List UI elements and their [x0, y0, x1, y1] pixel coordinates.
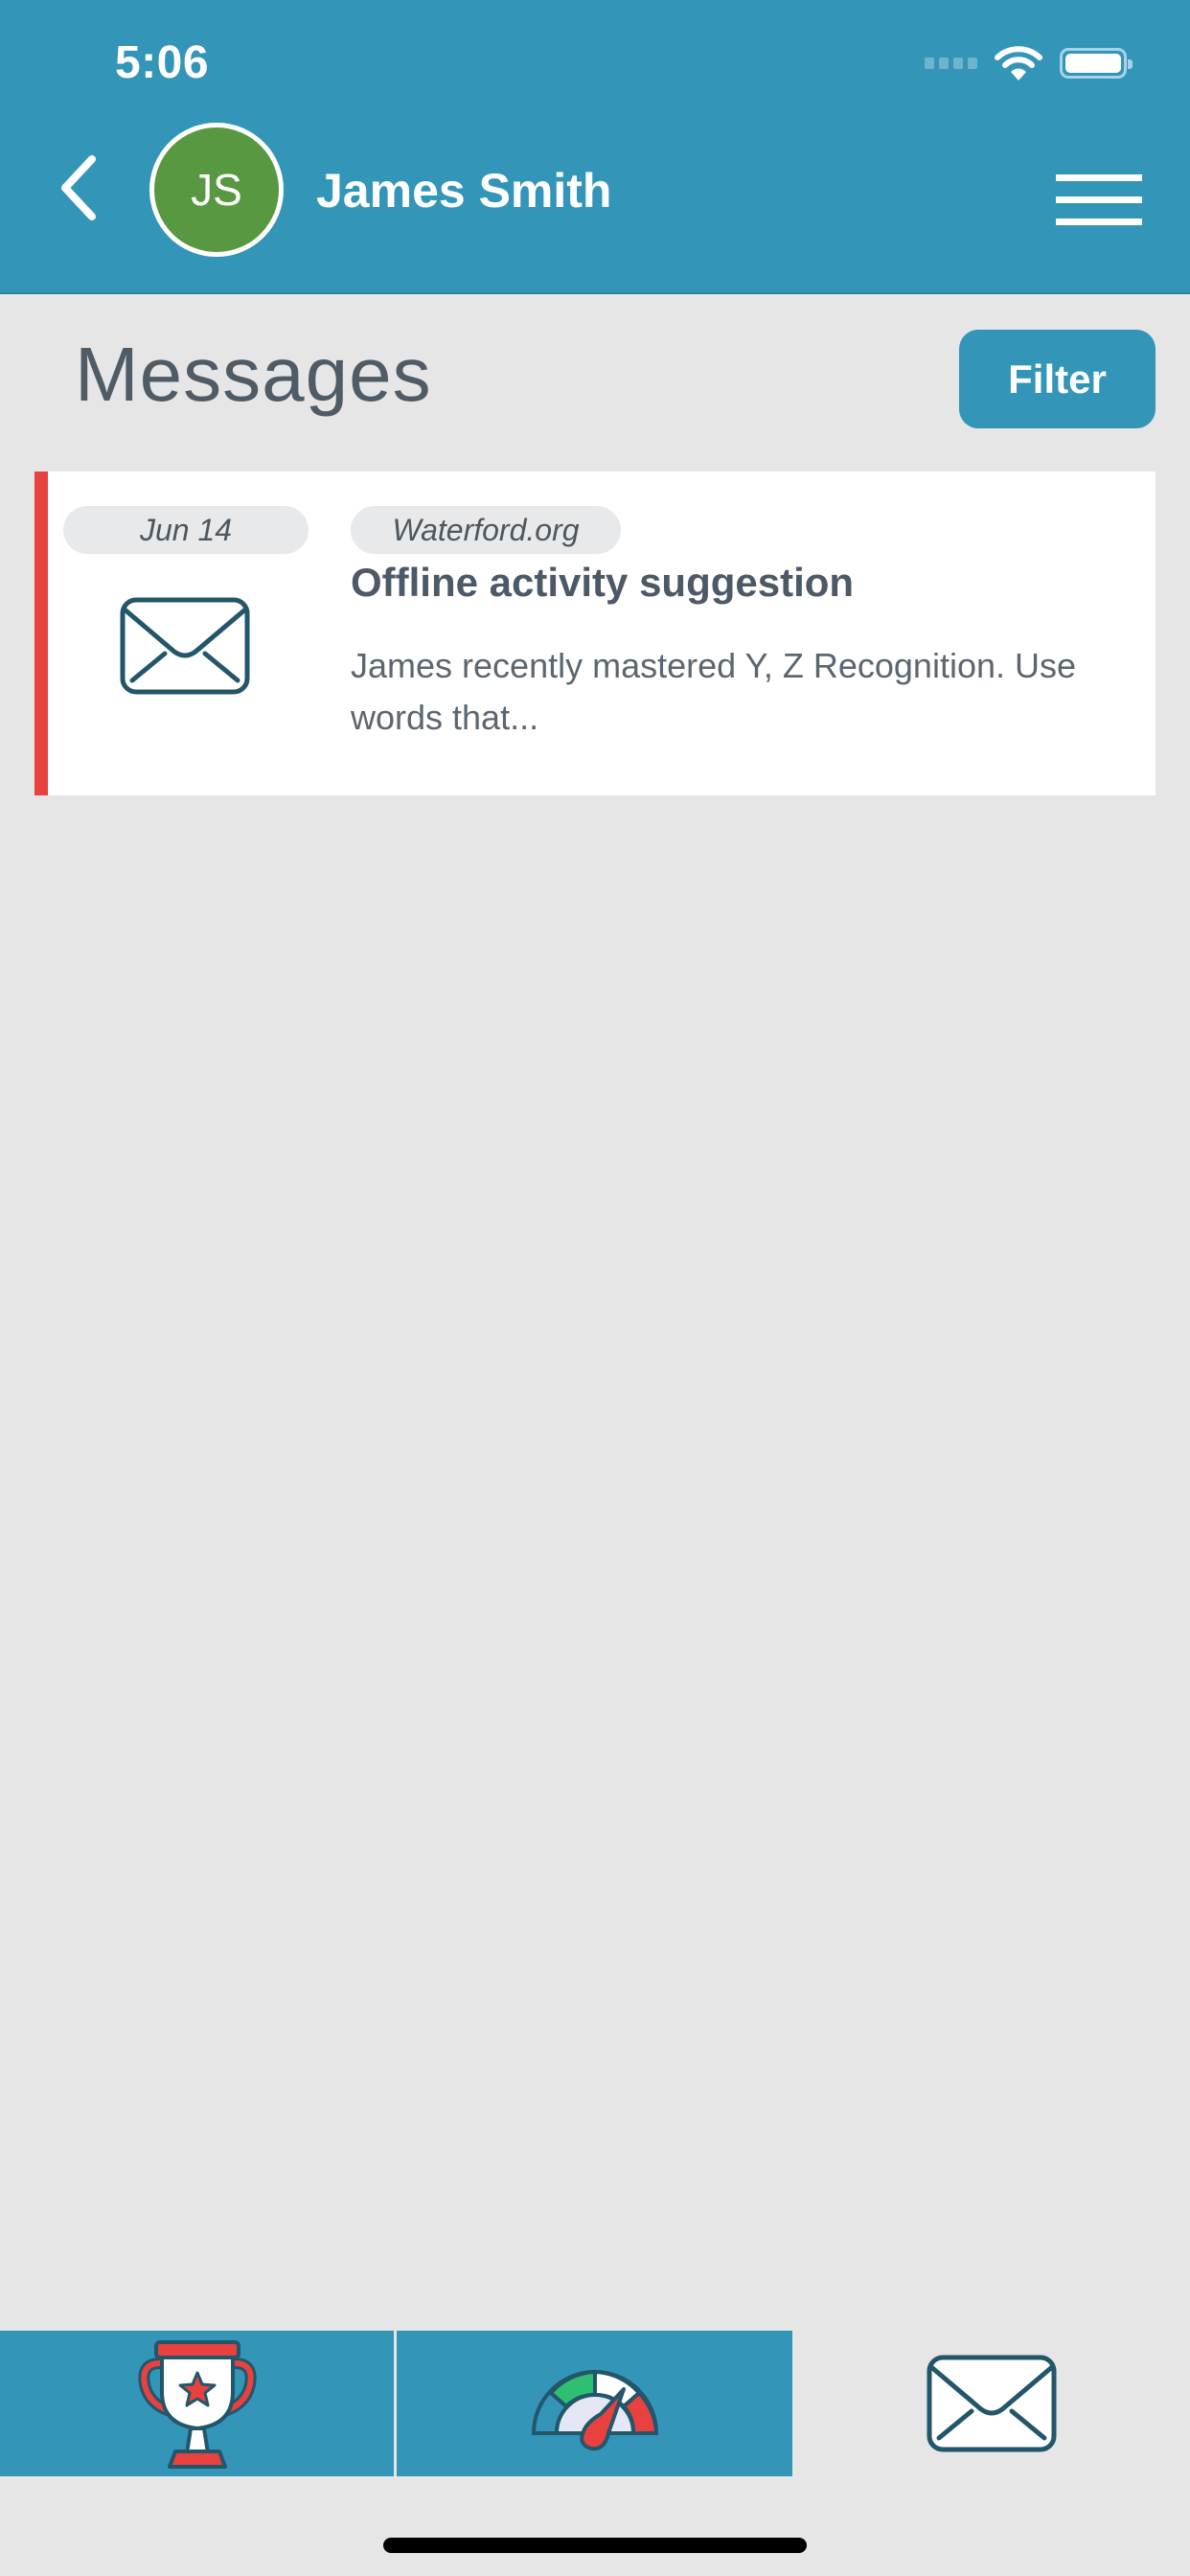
filter-button[interactable]: Filter: [959, 330, 1156, 428]
back-button[interactable]: [54, 153, 111, 222]
message-date: Jun 14: [63, 506, 309, 554]
tab-messages[interactable]: [792, 2331, 1190, 2476]
envelope-icon: [119, 596, 251, 696]
status-time: 5:06: [115, 37, 210, 88]
page-title: Messages: [75, 332, 432, 417]
wifi-icon: [995, 46, 1042, 80]
battery-icon: [1060, 48, 1133, 79]
message-title: Offline activity suggestion: [351, 560, 855, 605]
unread-indicator: [34, 472, 48, 795]
message-source: Waterford.org: [351, 506, 621, 554]
message-preview: James recently mastered Y, Z Recognition…: [351, 646, 1077, 737]
home-indicator[interactable]: [383, 2538, 807, 2553]
envelope-icon: [927, 2355, 1056, 2452]
tab-achievements[interactable]: [0, 2331, 394, 2476]
user-name: James Smith: [316, 164, 612, 218]
cellular-signal-icon: [925, 58, 977, 69]
tab-progress[interactable]: [397, 2331, 792, 2476]
avatar[interactable]: JS: [149, 123, 284, 257]
menu-button[interactable]: [1056, 174, 1142, 228]
app-header: 5:06 JS James Smith: [0, 0, 1190, 294]
trophy-icon: [137, 2340, 257, 2469]
status-icons: [925, 44, 1133, 82]
message-list-item[interactable]: Jun 14 Waterford.org Offline activity su…: [34, 472, 1156, 795]
chevron-left-icon: [61, 155, 96, 220]
speedometer-icon: [531, 2369, 658, 2451]
bottom-tab-bar: [0, 2331, 1190, 2476]
